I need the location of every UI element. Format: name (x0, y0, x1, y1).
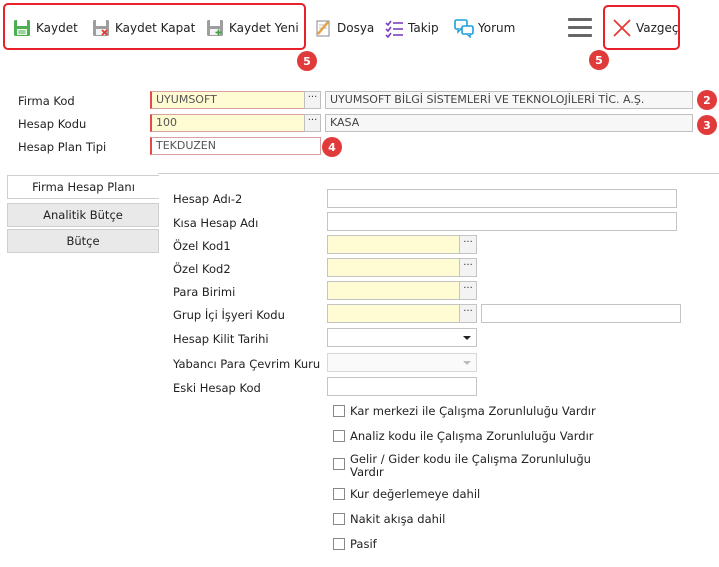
grup-ici-isyeri-name-field (481, 304, 681, 323)
comment-label: Yorum (478, 21, 516, 35)
tab-analitik-butce[interactable]: Analitik Bütçe (7, 203, 159, 227)
kur-degerleme-checkbox[interactable] (333, 488, 345, 500)
close-x-icon (613, 19, 631, 37)
dropdown-caret-icon (463, 361, 471, 365)
file-button[interactable]: Dosya (313, 16, 374, 40)
hesap-plan-tipi-label: Hesap Plan Tipi (18, 140, 107, 154)
hesap-kodu-label: Hesap Kodu (18, 117, 87, 131)
nakit-akis-checkbox[interactable] (333, 513, 345, 525)
yabanci-para-cevrim-kuru-select[interactable] (327, 353, 477, 372)
save-new-button[interactable]: Kaydet Yeni (205, 16, 299, 40)
follow-button[interactable]: Takip (384, 16, 439, 40)
step-badge: 4 (322, 137, 342, 157)
step-badge: 5 (589, 50, 609, 70)
firma-kod-label: Firma Kod (18, 94, 75, 108)
kisa-hesap-adi-input[interactable] (327, 212, 677, 231)
save-new-label: Kaydet Yeni (229, 21, 299, 35)
checklist-icon (385, 20, 403, 38)
cancel-button[interactable]: Vazgeç (612, 16, 679, 40)
ozel-kod1-lookup-button[interactable]: ··· (459, 235, 477, 254)
floppy-disk-icon (14, 20, 30, 36)
floppy-disk-new-icon (207, 20, 223, 36)
nakit-akis-checkbox-label: Nakit akışa dahil (350, 512, 446, 526)
file-label: Dosya (337, 21, 375, 35)
floppy-disk-close-icon (93, 20, 109, 36)
hesap-kodu-input[interactable]: 100 (150, 114, 305, 132)
kar-merkezi-checkbox[interactable] (333, 405, 345, 417)
ozel-kod2-label: Özel Kod2 (173, 262, 231, 276)
analiz-kodu-checkbox-label: Analiz kodu ile Çalışma Zorunluluğu Vard… (350, 429, 594, 443)
comment-bubbles-icon (454, 19, 474, 38)
para-birimi-input[interactable] (327, 281, 460, 300)
follow-label: Takip (408, 21, 439, 35)
para-birimi-lookup-button[interactable]: ··· (459, 281, 477, 300)
para-birimi-label: Para Birimi (173, 285, 236, 299)
hesap-adi-2-input[interactable] (327, 189, 677, 208)
eski-hesap-kod-input[interactable] (327, 377, 477, 396)
hesap-kilit-tarihi-label: Hesap Kilit Tarihi (173, 332, 269, 346)
step-badge: 3 (697, 115, 717, 135)
tab-butce[interactable]: Bütçe (7, 229, 159, 253)
firma-kod-input[interactable]: UYUMSOFT (150, 91, 305, 109)
analiz-kodu-checkbox[interactable] (333, 430, 345, 442)
save-button[interactable]: Kaydet (12, 16, 78, 40)
attachment-file-icon (316, 20, 330, 37)
firma-name-field: UYUMSOFT BİLGİ SİSTEMLERİ VE TEKNOLOJİLE… (325, 91, 693, 109)
tab-firma-hesap-plani[interactable]: Firma Hesap Planı (7, 175, 159, 199)
toolbar: Kaydet Kaydet Kapat Kaydet Yeni Dosya Ta… (0, 0, 719, 71)
cancel-label: Vazgeç (636, 21, 679, 35)
pasif-checkbox-label: Pasif (350, 537, 377, 551)
step-badge: 2 (697, 90, 717, 110)
hesap-kilit-tarihi-select[interactable] (327, 328, 477, 347)
ozel-kod1-label: Özel Kod1 (173, 239, 231, 253)
grup-ici-isyeri-kodu-label: Grup İçi İşyeri Kodu (173, 308, 285, 322)
gelir-gider-checkbox[interactable] (333, 458, 345, 470)
yabanci-para-cevrim-kuru-label: Yabancı Para Çevrim Kuru (173, 357, 321, 371)
hesap-plan-tipi-field[interactable]: TEKDUZEN (150, 137, 321, 155)
kur-degerleme-checkbox-label: Kur değerlemeye dahil (350, 487, 481, 501)
gelir-gider-checkbox-label: Gelir / Gider kodu ile Çalışma Zorunlulu… (350, 452, 591, 479)
eski-hesap-kod-label: Eski Hesap Kod (173, 381, 261, 395)
hesap-kodu-lookup-button[interactable]: ··· (304, 114, 321, 132)
save-close-label: Kaydet Kapat (115, 21, 196, 35)
dropdown-caret-icon (463, 336, 471, 340)
kar-merkezi-checkbox-label: Kar merkezi ile Çalışma Zorunluluğu Vard… (350, 404, 596, 418)
hesap-adi-2-label: Hesap Adı-2 (173, 192, 243, 206)
grup-ici-isyeri-kodu-lookup-button[interactable]: ··· (459, 304, 477, 323)
pasif-checkbox[interactable] (333, 538, 345, 550)
save-label: Kaydet (36, 21, 78, 35)
comment-button[interactable]: Yorum (454, 16, 515, 40)
step-badge: 5 (297, 51, 317, 71)
firma-kod-lookup-button[interactable]: ··· (304, 91, 321, 109)
hesap-name-field: KASA (325, 114, 693, 132)
menu-hamburger-icon[interactable] (568, 18, 592, 38)
kisa-hesap-adi-label: Kısa Hesap Adı (173, 216, 259, 230)
ozel-kod2-lookup-button[interactable]: ··· (459, 258, 477, 277)
ozel-kod2-input[interactable] (327, 258, 460, 277)
grup-ici-isyeri-kodu-input[interactable] (327, 304, 460, 323)
ozel-kod1-input[interactable] (327, 235, 460, 254)
tab-content-border (158, 173, 719, 174)
save-close-button[interactable]: Kaydet Kapat (91, 16, 195, 40)
